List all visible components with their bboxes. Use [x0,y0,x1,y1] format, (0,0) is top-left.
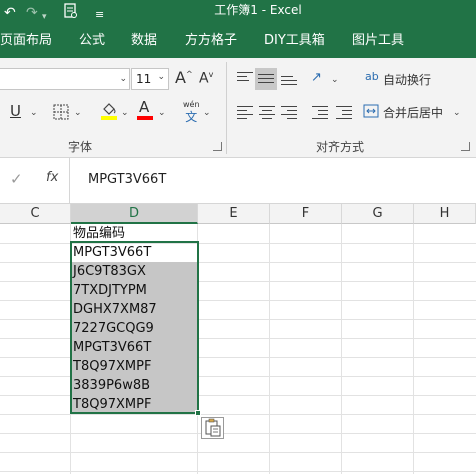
alignment-dialog-launcher-icon[interactable] [461,142,470,151]
gridline [0,452,476,453]
font-size-combobox[interactable]: 11 ⌄ [131,68,169,90]
formula-input[interactable]: MPGT3V66T [88,172,166,187]
merge-dropdown-icon[interactable]: ⌄ [453,108,461,118]
align-right-icon[interactable] [281,106,297,122]
fill-color-button[interactable] [100,100,118,123]
chevron-down-icon[interactable]: ⌄ [157,72,165,82]
formula-bar: ✓ fx MPGT3V66T [0,158,476,204]
column-header-c[interactable]: C [0,204,71,224]
insert-function-button[interactable]: fx [46,170,58,185]
tab-page-layout[interactable]: 页面布局 [0,32,52,50]
underline-dropdown-icon[interactable]: ⌄ [30,108,38,118]
ribbon-tabs: 页面布局 公式 数据 方方格子 DIY工具箱 图片工具 [0,26,476,58]
tab-diy-toolbox[interactable]: DIY工具箱 [264,32,325,50]
paste-options-button[interactable] [201,417,224,439]
cell-selected[interactable]: T8Q97XMPF [71,357,198,376]
cell-header[interactable]: 物品编码 [71,224,198,243]
font-dialog-launcher-icon[interactable] [213,142,222,151]
tab-picture-tools[interactable]: 图片工具 [352,32,404,50]
group-separator [226,62,227,154]
paste-options-icon [205,418,221,437]
cell-active[interactable]: MPGT3V66T [71,243,198,262]
decrease-indent-icon[interactable] [312,106,328,122]
cell-selected[interactable]: J6C9T83GX [71,262,198,281]
font-group-label: 字体 [68,140,93,154]
cell-selected[interactable]: T8Q97XMPF [71,395,198,414]
align-top-icon[interactable] [237,72,253,84]
cell-selected[interactable]: 7227GCQG9 [71,319,198,338]
orientation-icon[interactable]: ↗ [311,70,322,85]
ribbon: ⌄ 11 ⌄ A^ Av U ⌄ ⌄ ⌄ A ⌄ wén 文 ⌄ 字体 ↗ ⌄ … [0,58,476,158]
wrap-text-icon: ab [365,70,379,83]
column-header-e[interactable]: E [198,204,270,224]
increase-indent-icon[interactable] [336,106,352,122]
cell-selected[interactable]: 3839P6w8B [71,376,198,395]
tab-fangfang[interactable]: 方方格子 [185,32,237,50]
shrink-font-button[interactable]: Av [199,70,213,87]
align-bottom-icon[interactable] [281,76,297,88]
merge-center-button[interactable]: 合并后居中 [383,104,443,121]
enter-check-icon[interactable]: ✓ [10,170,23,188]
cell-selected[interactable]: MPGT3V66T [71,338,198,357]
font-color-swatch [137,116,153,120]
phonetic-dropdown-icon[interactable]: ⌄ [203,108,211,118]
formula-bar-controls: ✓ [0,158,70,203]
window-title: 工作簿1 - Excel [214,3,302,17]
align-center-icon[interactable] [259,106,275,122]
column-header-f[interactable]: F [270,204,342,224]
title-bar: ↶ ↷ ▾ ≡ 工作簿1 - Excel [0,0,476,26]
underline-button[interactable]: U [10,102,21,120]
font-color-button[interactable]: A [137,100,153,120]
font-color-dropdown-icon[interactable]: ⌄ [158,108,166,118]
gridline [0,471,476,472]
cell-selected[interactable]: 7TXDJTYPM [71,281,198,300]
borders-dropdown-icon[interactable]: ⌄ [74,108,82,118]
tab-formulas[interactable]: 公式 [79,32,105,50]
cell-selected[interactable]: DGHX7XM87 [71,300,198,319]
chevron-down-icon[interactable]: ⌄ [119,74,127,84]
merge-center-icon [363,103,379,122]
column-header-g[interactable]: G [342,204,414,224]
phonetic-guide-button[interactable]: wén 文 [183,100,200,124]
gridline [0,414,476,415]
wrap-text-button[interactable]: 自动换行 [383,71,431,88]
borders-button[interactable] [53,104,69,123]
column-header-h[interactable]: H [414,204,476,224]
alignment-group-label: 对齐方式 [316,140,365,154]
font-name-combobox[interactable]: ⌄ [0,68,130,90]
gridline [0,433,476,434]
align-middle-icon [258,74,274,86]
column-header-d[interactable]: D [71,204,198,224]
tab-data[interactable]: 数据 [131,32,157,50]
worksheet-grid[interactable]: C D E F G H 物品编码 MPGT3V66T J6C9T83GX 7TX… [0,204,476,474]
grow-font-button[interactable]: A^ [175,68,193,87]
fill-color-dropdown-icon[interactable]: ⌄ [121,108,129,118]
align-left-icon[interactable] [237,106,253,122]
fill-handle[interactable] [195,410,201,416]
orientation-dropdown-icon[interactable]: ⌄ [331,75,339,85]
font-size-value: 11 [136,72,152,86]
